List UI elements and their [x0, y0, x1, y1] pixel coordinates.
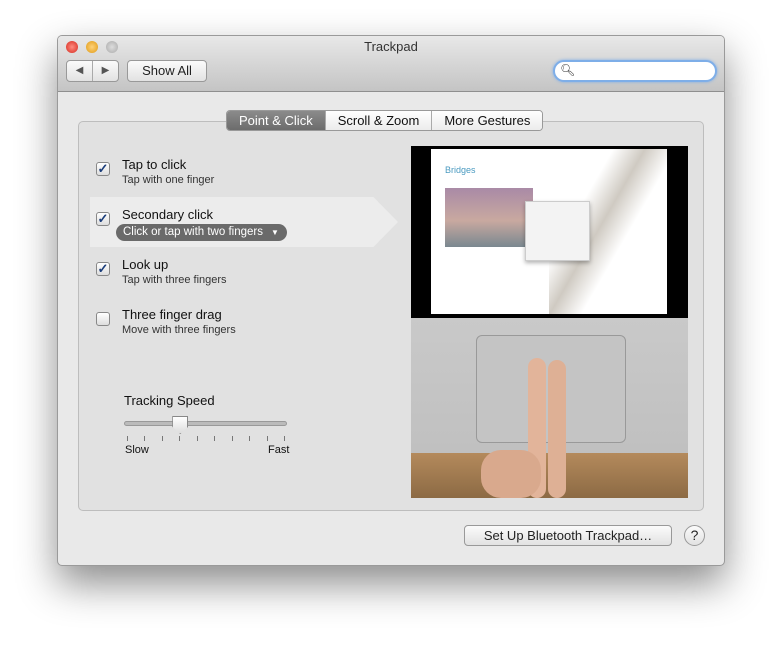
bridge-photo — [445, 188, 533, 247]
three-finger-drag-checkbox[interactable] — [96, 312, 110, 326]
chevron-down-icon: ▼ — [271, 228, 279, 237]
preview-screen: Bridges — [431, 149, 667, 314]
slider-tick — [161, 436, 163, 441]
window-title: Trackpad — [364, 39, 418, 54]
slider-tick — [144, 436, 146, 441]
finger-icon — [548, 360, 566, 498]
slider-tick — [214, 436, 216, 441]
context-menu — [525, 201, 590, 261]
tab-more-gestures[interactable]: More Gestures — [431, 111, 543, 130]
slow-label: Slow — [125, 444, 149, 456]
trackpad-illustration — [411, 318, 688, 498]
secondary-click-checkbox[interactable]: ✓ — [96, 212, 110, 226]
secondary-click-popup[interactable]: Click or tap with two fingers ▼ — [116, 224, 287, 241]
look-up-checkbox[interactable]: ✓ — [96, 262, 110, 276]
slider-tick — [266, 436, 268, 441]
tab-point-click[interactable]: Point & Click — [227, 111, 325, 130]
slider-tick — [231, 436, 233, 441]
forward-arrow-icon[interactable]: ▶ — [93, 61, 118, 81]
fast-label: Fast — [268, 444, 290, 456]
gesture-preview-video: Bridges — [411, 146, 688, 498]
option-title: Look up — [122, 257, 169, 272]
tab-bar: Point & Click Scroll & Zoom More Gesture… — [226, 110, 544, 131]
tracking-speed-label: Tracking Speed — [124, 393, 215, 408]
back-forward-control: ◀ ▶ — [66, 60, 119, 82]
document-title: Bridges — [445, 165, 476, 175]
search-icon: 🔍︎ — [560, 63, 576, 77]
show-all-button[interactable]: Show All — [127, 60, 207, 82]
back-arrow-icon[interactable]: ◀ — [67, 61, 93, 81]
option-look-up[interactable]: ✓ Look up Tap with three fingers — [96, 257, 396, 297]
toolbar: Trackpad ◀ ▶ Show All 🔍︎ — [58, 36, 724, 92]
option-title: Tap to click — [122, 157, 187, 172]
slider-tick — [249, 436, 251, 441]
option-subtitle: Tap with three fingers — [122, 274, 227, 286]
option-title: Three finger drag — [122, 307, 222, 322]
hand-icon — [481, 450, 541, 498]
option-three-finger-drag[interactable]: Three finger drag Move with three finger… — [96, 307, 396, 347]
trackpad-window: Trackpad ◀ ▶ Show All 🔍︎ Point & Click Sc… — [57, 35, 725, 566]
help-button[interactable]: ? — [684, 525, 705, 546]
slider-tick — [196, 436, 198, 441]
option-tap-to-click[interactable]: ✓ Tap to click Tap with one finger — [96, 157, 396, 197]
bluetooth-trackpad-button[interactable]: Set Up Bluetooth Trackpad… — [464, 525, 672, 546]
slider-tick — [127, 436, 128, 441]
option-subtitle: Tap with one finger — [122, 174, 215, 186]
tracking-speed-slider[interactable] — [124, 416, 287, 434]
option-secondary-click[interactable]: ✓ Secondary click Click or tap with two … — [96, 207, 396, 247]
tab-scroll-zoom[interactable]: Scroll & Zoom — [324, 111, 432, 130]
slider-tick — [179, 436, 181, 441]
slider-tick — [284, 436, 285, 441]
option-subtitle: Move with three fingers — [122, 324, 236, 336]
option-title: Secondary click — [122, 207, 214, 222]
tap-to-click-checkbox[interactable]: ✓ — [96, 162, 110, 176]
search-input[interactable]: 🔍︎ — [553, 60, 717, 82]
popup-value: Click or tap with two fingers — [123, 226, 263, 238]
